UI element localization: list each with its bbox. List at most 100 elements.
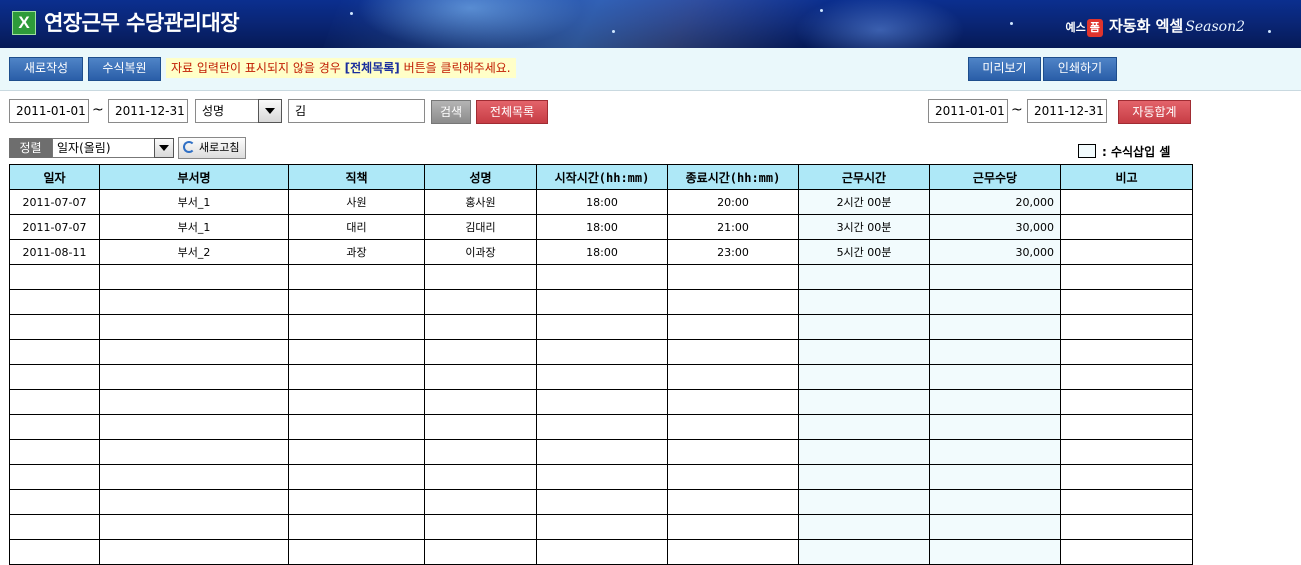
cell-start-time[interactable] [536, 439, 668, 465]
cell-allowance[interactable] [929, 364, 1061, 390]
cell-position[interactable]: 과장 [288, 239, 425, 265]
cell-position[interactable] [288, 514, 425, 540]
sort-dropdown-icon[interactable] [154, 138, 174, 158]
cell-date[interactable] [9, 439, 100, 465]
cell-start-time[interactable] [536, 339, 668, 365]
cell-start-time[interactable]: 18:00 [536, 214, 668, 240]
cell-name[interactable] [424, 414, 537, 440]
cell-work-hours[interactable] [798, 414, 930, 440]
search-input[interactable]: 김 [288, 99, 425, 123]
cell-end-time[interactable]: 21:00 [667, 214, 799, 240]
search-button[interactable]: 검색 [431, 100, 471, 124]
cell-date[interactable] [9, 264, 100, 290]
cell-end-time[interactable] [667, 414, 799, 440]
cell-position[interactable] [288, 289, 425, 315]
cell-allowance[interactable] [929, 439, 1061, 465]
sum-date-to-field[interactable]: 2011-12-31 [1027, 99, 1107, 123]
cell-end-time[interactable] [667, 389, 799, 415]
cell-allowance[interactable] [929, 464, 1061, 490]
cell-date[interactable]: 2011-07-07 [9, 189, 100, 215]
cell-allowance[interactable] [929, 314, 1061, 340]
cell-position[interactable] [288, 389, 425, 415]
cell-name[interactable]: 홍사원 [424, 189, 537, 215]
cell-department[interactable]: 부서_1 [99, 189, 289, 215]
cell-name[interactable] [424, 264, 537, 290]
date-to-field[interactable]: 2011-12-31 [108, 99, 188, 123]
cell-department[interactable] [99, 539, 289, 565]
cell-allowance[interactable] [929, 539, 1061, 565]
cell-date[interactable] [9, 539, 100, 565]
cell-work-hours[interactable]: 5시간 00분 [798, 239, 930, 265]
cell-note[interactable] [1060, 364, 1193, 390]
cell-end-time[interactable]: 20:00 [667, 189, 799, 215]
date-from-field[interactable]: 2011-01-01 [9, 99, 89, 123]
cell-name[interactable] [424, 439, 537, 465]
cell-note[interactable] [1060, 264, 1193, 290]
cell-department[interactable] [99, 289, 289, 315]
cell-work-hours[interactable]: 2시간 00분 [798, 189, 930, 215]
cell-note[interactable] [1060, 539, 1193, 565]
cell-allowance[interactable] [929, 489, 1061, 515]
cell-work-hours[interactable]: 3시간 00분 [798, 214, 930, 240]
cell-department[interactable] [99, 439, 289, 465]
cell-date[interactable] [9, 464, 100, 490]
cell-department[interactable]: 부서_2 [99, 239, 289, 265]
cell-department[interactable] [99, 489, 289, 515]
cell-position[interactable] [288, 539, 425, 565]
cell-department[interactable] [99, 514, 289, 540]
cell-end-time[interactable] [667, 264, 799, 290]
cell-date[interactable]: 2011-08-11 [9, 239, 100, 265]
cell-position[interactable] [288, 464, 425, 490]
cell-start-time[interactable]: 18:00 [536, 239, 668, 265]
cell-position[interactable] [288, 489, 425, 515]
cell-date[interactable] [9, 339, 100, 365]
cell-end-time[interactable] [667, 314, 799, 340]
cell-start-time[interactable] [536, 314, 668, 340]
cell-work-hours[interactable] [798, 314, 930, 340]
cell-note[interactable] [1060, 389, 1193, 415]
all-list-button[interactable]: 전체목록 [476, 100, 548, 124]
cell-allowance[interactable] [929, 289, 1061, 315]
cell-work-hours[interactable] [798, 464, 930, 490]
cell-start-time[interactable] [536, 539, 668, 565]
cell-allowance[interactable] [929, 414, 1061, 440]
search-field-select[interactable]: 성명 [195, 99, 259, 123]
cell-allowance[interactable] [929, 389, 1061, 415]
cell-start-time[interactable] [536, 414, 668, 440]
cell-department[interactable] [99, 314, 289, 340]
cell-department[interactable] [99, 464, 289, 490]
cell-date[interactable] [9, 514, 100, 540]
cell-start-time[interactable] [536, 514, 668, 540]
cell-start-time[interactable] [536, 364, 668, 390]
cell-end-time[interactable] [667, 489, 799, 515]
cell-note[interactable] [1060, 464, 1193, 490]
cell-allowance[interactable]: 30,000 [929, 214, 1061, 240]
cell-position[interactable]: 사원 [288, 189, 425, 215]
cell-note[interactable] [1060, 489, 1193, 515]
cell-date[interactable] [9, 289, 100, 315]
cell-department[interactable] [99, 389, 289, 415]
cell-allowance[interactable] [929, 264, 1061, 290]
cell-position[interactable] [288, 439, 425, 465]
cell-position[interactable]: 대리 [288, 214, 425, 240]
cell-name[interactable] [424, 489, 537, 515]
refresh-button[interactable]: 새로고침 [178, 137, 246, 159]
restore-formula-button[interactable]: 수식복원 [88, 57, 161, 81]
cell-allowance[interactable]: 30,000 [929, 239, 1061, 265]
cell-note[interactable] [1060, 314, 1193, 340]
cell-note[interactable] [1060, 339, 1193, 365]
cell-work-hours[interactable] [798, 514, 930, 540]
cell-name[interactable] [424, 464, 537, 490]
cell-start-time[interactable] [536, 289, 668, 315]
search-field-dropdown-icon[interactable] [258, 99, 282, 123]
cell-end-time[interactable] [667, 339, 799, 365]
cell-start-time[interactable] [536, 389, 668, 415]
preview-button[interactable]: 미리보기 [968, 57, 1041, 81]
print-button[interactable]: 인쇄하기 [1043, 57, 1117, 81]
sum-date-from-field[interactable]: 2011-01-01 [928, 99, 1008, 123]
cell-position[interactable] [288, 364, 425, 390]
cell-position[interactable] [288, 314, 425, 340]
cell-department[interactable] [99, 414, 289, 440]
cell-note[interactable] [1060, 289, 1193, 315]
cell-note[interactable] [1060, 189, 1193, 215]
